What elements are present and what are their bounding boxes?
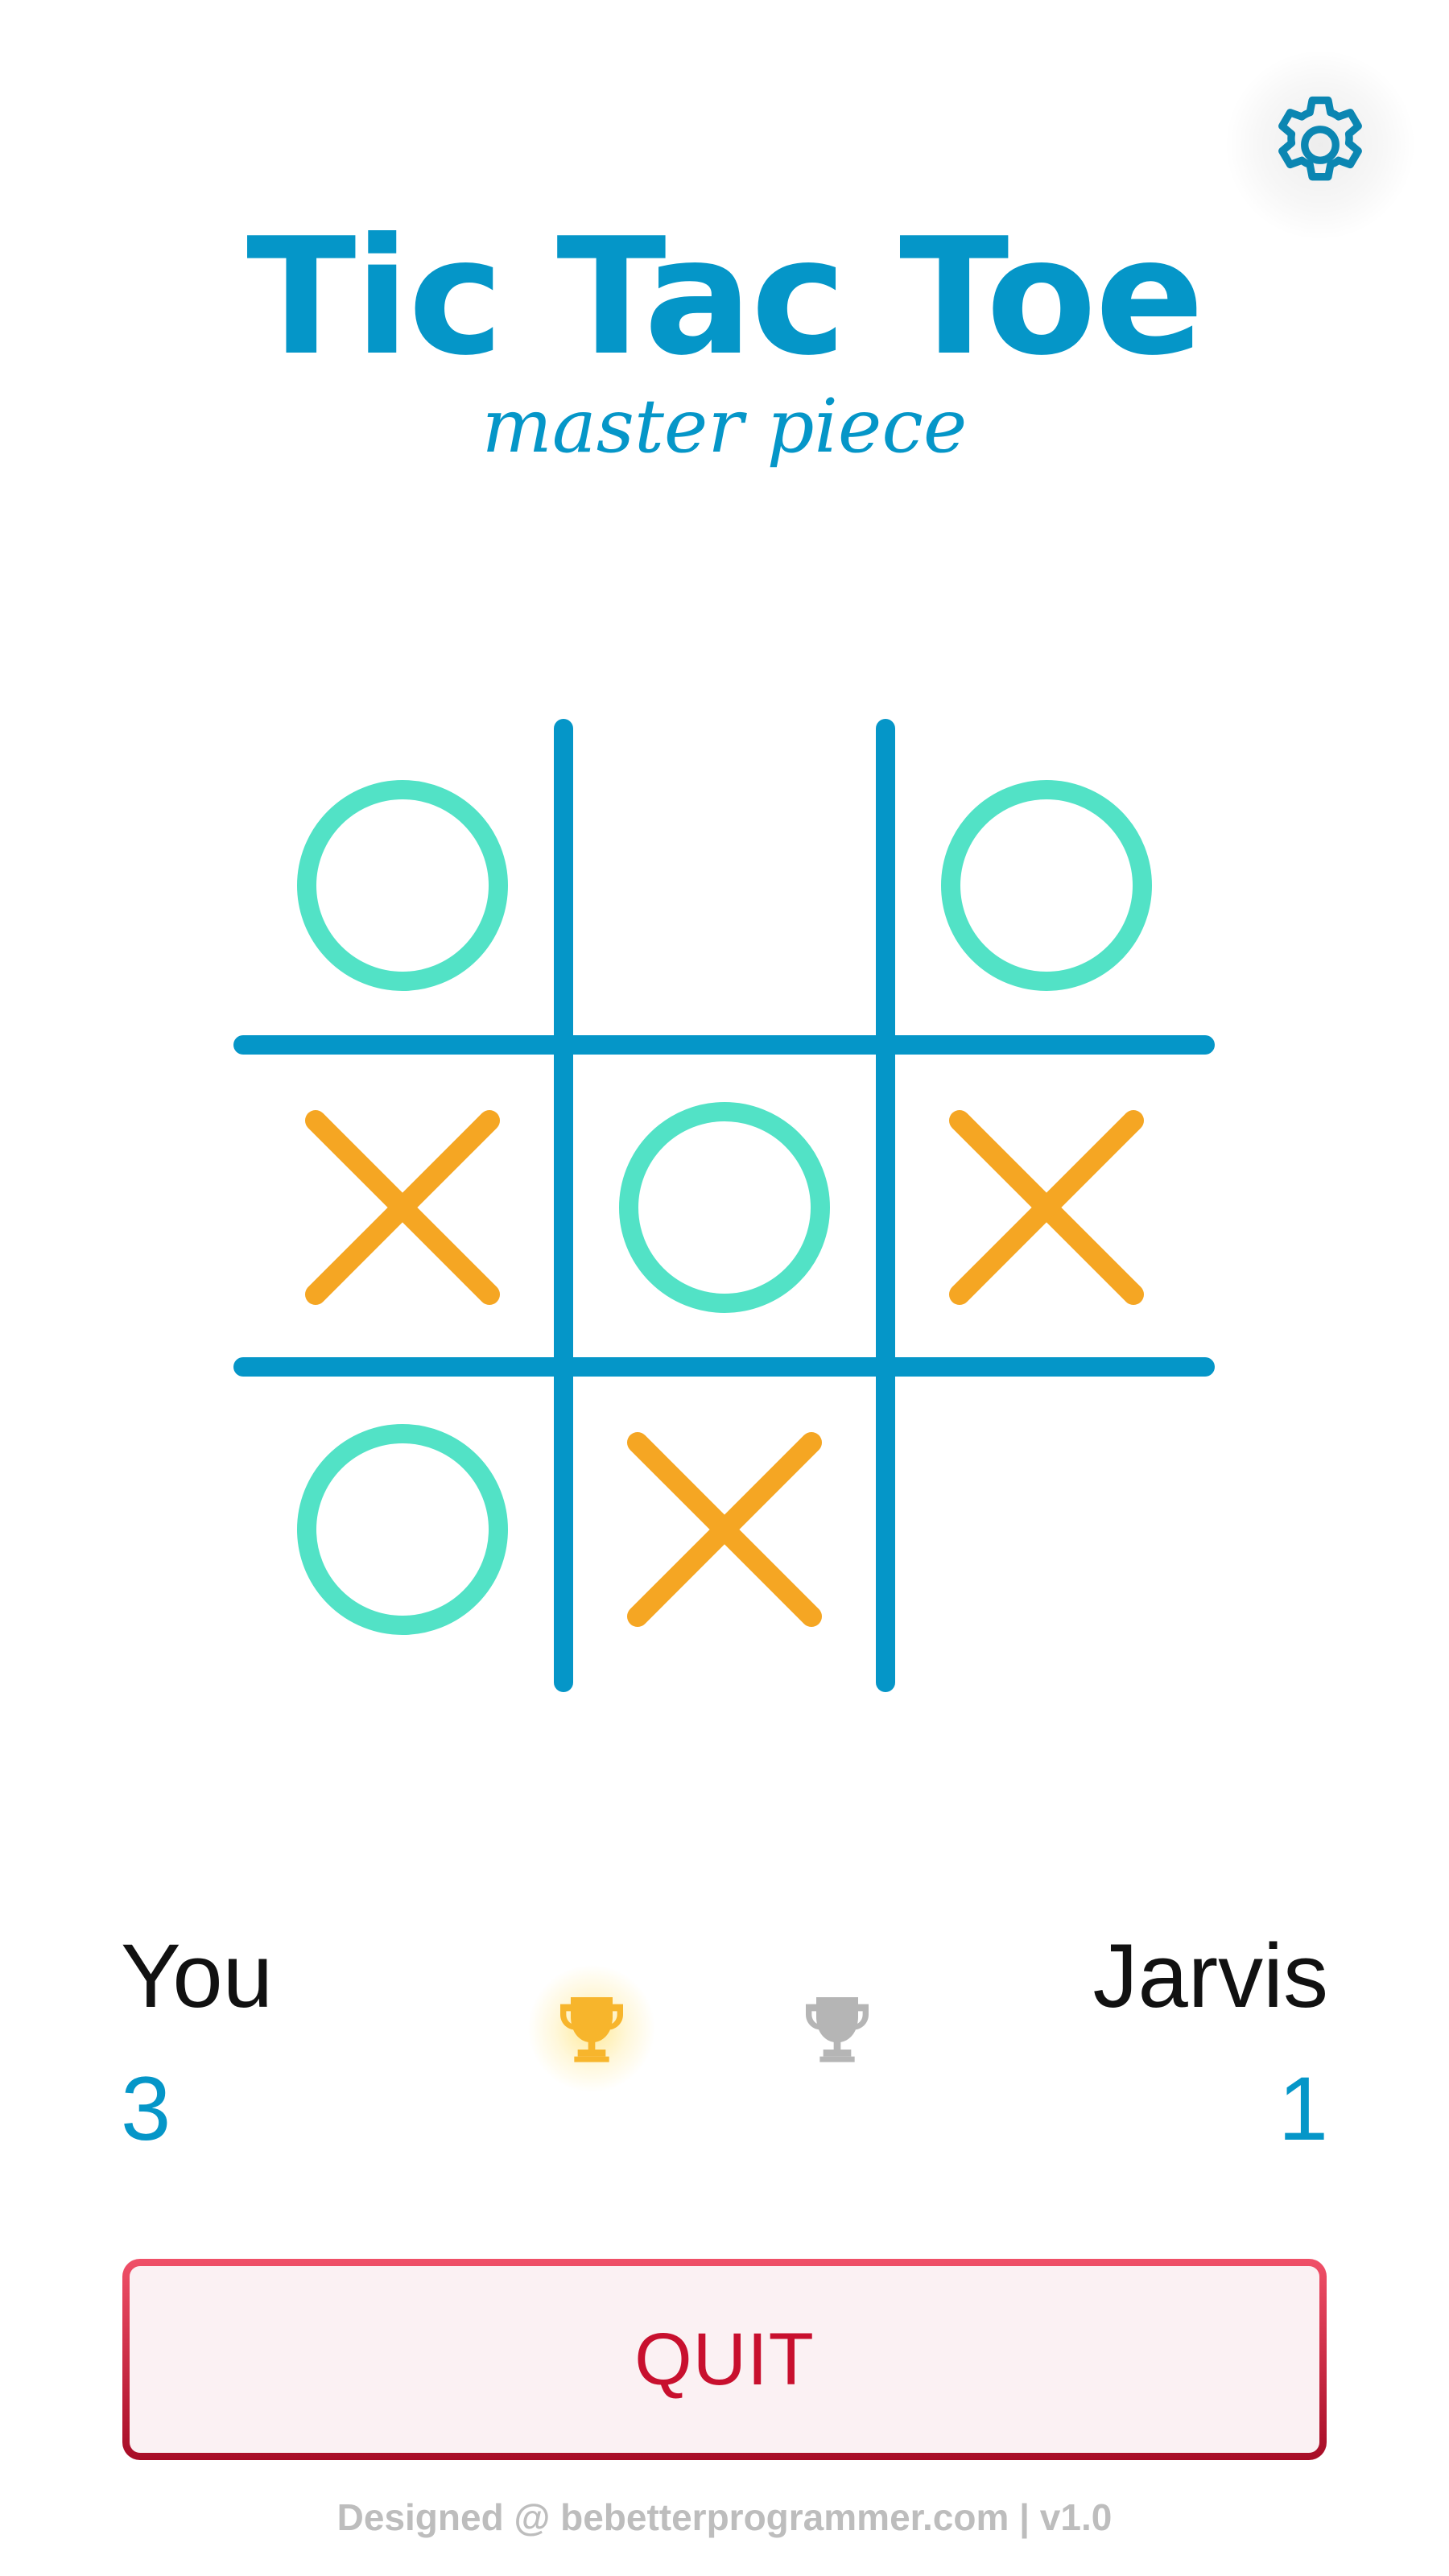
player-jarvis-name: Jarvis — [1092, 1926, 1328, 2026]
cell-hit-area — [897, 1380, 1196, 1679]
quit-button[interactable]: QUIT — [122, 2259, 1327, 2460]
board-cell-3-1[interactable] — [253, 1380, 552, 1679]
board-cell-2-1[interactable] — [253, 1058, 552, 1357]
o-mark — [297, 1424, 508, 1635]
board-cell-1-1[interactable] — [253, 736, 552, 1035]
board-cell-2-2[interactable] — [575, 1058, 874, 1357]
board-cell-2-3[interactable] — [897, 1058, 1196, 1357]
player-you-trophy — [527, 1964, 656, 2093]
player-you-name: You — [121, 1926, 273, 2026]
player-jarvis-trophy — [773, 1964, 902, 2093]
cell-hit-area — [575, 736, 874, 1035]
quit-button-label: QUIT — [634, 2318, 815, 2401]
o-mark — [619, 1102, 830, 1313]
footer-credit: Designed @ bebetterprogrammer.com | v1.0 — [336, 2496, 1113, 2538]
gear-icon — [1278, 96, 1362, 181]
board-cells — [253, 736, 1196, 1679]
player-you-score: 3 — [121, 2058, 171, 2159]
board-cell-3-3[interactable] — [897, 1380, 1196, 1679]
o-mark — [297, 780, 508, 991]
player-jarvis-score: 1 — [1278, 2058, 1328, 2159]
trophy-icon — [560, 1997, 623, 2062]
board-cell-3-2[interactable] — [575, 1380, 874, 1679]
game-subtitle: master piece — [481, 383, 968, 469]
board-cell-1-2[interactable] — [575, 736, 874, 1035]
o-mark — [941, 780, 1152, 991]
board-cell-1-3[interactable] — [897, 736, 1196, 1035]
trophy-icon — [806, 1997, 869, 2062]
game-title: Tic Tac Toe — [246, 204, 1204, 391]
